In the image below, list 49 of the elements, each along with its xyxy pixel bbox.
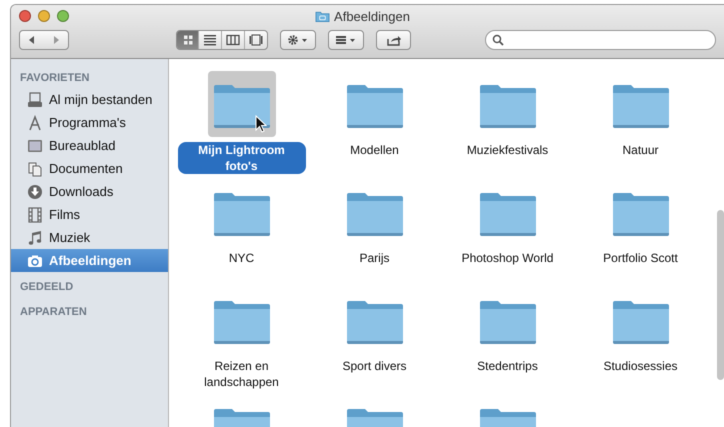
folder-name[interactable]: Parijs <box>355 250 394 266</box>
folder-name[interactable]: Modellen <box>346 142 403 158</box>
pointer-cursor-icon <box>255 115 267 133</box>
sidebar-item[interactable]: Documenten <box>11 157 168 180</box>
folder-icon <box>315 10 330 23</box>
sidebar-item[interactable]: Bureaublad <box>11 134 168 157</box>
folder-name[interactable]: Stedentrips <box>473 358 542 374</box>
folder-name[interactable]: Sport divers <box>338 358 411 374</box>
gear-icon <box>286 34 310 46</box>
search-field[interactable] <box>485 30 716 50</box>
arrange-menu-button[interactable] <box>328 30 364 50</box>
folder-icon[interactable] <box>208 71 276 137</box>
desktop-icon <box>27 138 43 154</box>
sidebar-item[interactable]: Programma's <box>11 111 168 134</box>
list-icon <box>203 34 218 46</box>
folder-name[interactable]: Portfolio Scott <box>599 250 682 266</box>
folder-name[interactable]: Reizen en landschappen <box>178 358 306 390</box>
scrollbar[interactable] <box>717 210 724 380</box>
folder-name[interactable]: Photoshop World <box>458 250 558 266</box>
share-icon <box>386 34 402 46</box>
back-icon[interactable] <box>26 35 37 45</box>
folder-name[interactable]: Natuur <box>618 142 663 158</box>
window-title: Afbeeldingen <box>334 9 410 24</box>
coverflow-icon <box>248 34 263 46</box>
folder-name[interactable]: Muziekfestivals <box>462 142 552 158</box>
minimize-button[interactable] <box>38 10 50 22</box>
zoom-button[interactable] <box>57 10 69 22</box>
film-icon <box>27 206 43 222</box>
sidebar-item[interactable]: Downloads <box>11 180 168 203</box>
camera-icon <box>27 252 43 268</box>
drawer-icon <box>27 92 43 108</box>
folder-name[interactable]: Mijn Lightroom foto's <box>178 142 306 174</box>
folder-name[interactable]: Studiosessies <box>599 358 682 374</box>
share-button[interactable] <box>376 30 412 50</box>
sidebar-item[interactable]: Afbeeldingen <box>11 249 168 272</box>
sidebar-item[interactable]: Al mijn bestanden <box>11 88 168 111</box>
icons-view-button[interactable] <box>176 31 200 49</box>
music-note-icon <box>27 230 43 246</box>
folder-name[interactable]: NYC <box>224 250 258 266</box>
documents-icon <box>27 160 43 176</box>
search-icon <box>492 34 504 46</box>
download-icon <box>27 184 43 200</box>
sidebar-item[interactable]: Films <box>11 203 168 226</box>
columns-icon <box>226 34 240 46</box>
back-forward-control[interactable] <box>19 30 69 50</box>
close-button[interactable] <box>19 10 31 22</box>
sidebar-item[interactable]: Muziek <box>11 226 168 249</box>
arrange-icon <box>334 34 358 46</box>
action-menu-button[interactable] <box>280 30 316 50</box>
